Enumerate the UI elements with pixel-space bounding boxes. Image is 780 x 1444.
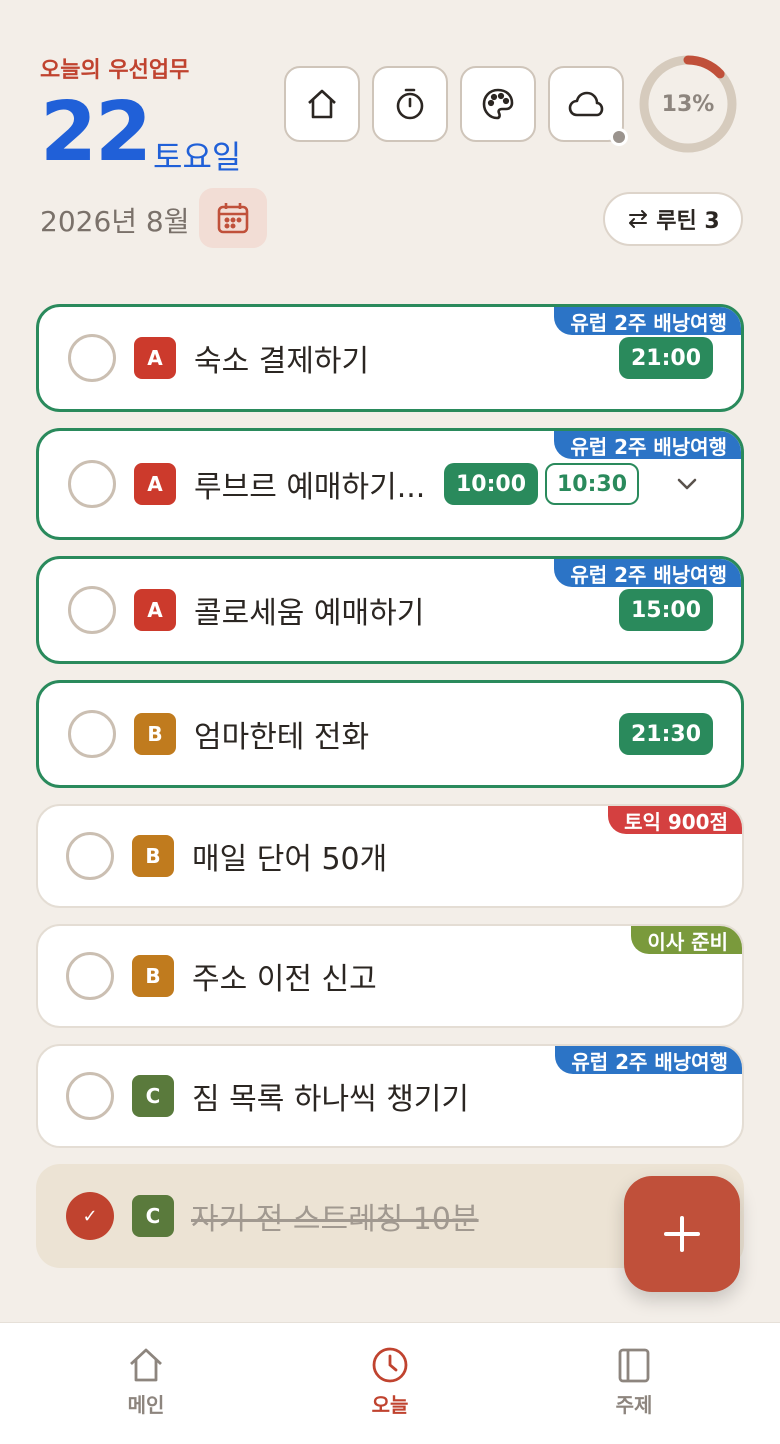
nav-label: 주제: [615, 1393, 653, 1417]
home-icon: [130, 1348, 162, 1382]
timer-button[interactable]: [372, 66, 448, 142]
priority-badge: B: [132, 955, 174, 997]
swap-icon: [629, 210, 648, 228]
weekday-label: 토요일: [153, 138, 242, 176]
routine-label: 루틴 3: [656, 209, 720, 234]
task-tag: 이사 준비: [631, 926, 742, 954]
sync-status-dot: [610, 128, 628, 146]
progress-percent: 13%: [661, 91, 715, 117]
palette-icon: [482, 88, 514, 120]
task-title: 엄마한테 전화: [194, 720, 370, 755]
task-card[interactable]: 이사 준비 B 주소 이전 신고: [36, 924, 744, 1028]
nav-label: 메인: [127, 1393, 165, 1417]
page-title: 오늘의 우선업무: [40, 58, 190, 83]
cloud-icon: [568, 91, 604, 117]
nav-label: 오늘: [371, 1393, 409, 1417]
clock-icon: [372, 1347, 408, 1383]
task-checkbox[interactable]: [66, 832, 114, 880]
task-title: 짐 목록 하나씩 챙기기: [192, 1082, 470, 1117]
task-title: 주소 이전 신고: [192, 962, 377, 997]
task-tag: 유럽 2주 배낭여행: [554, 307, 741, 335]
plus-icon: [664, 1216, 700, 1252]
task-checkbox[interactable]: [68, 586, 116, 634]
task-title: 숙소 결제하기: [194, 344, 370, 379]
task-title: 매일 단어 50개: [192, 842, 388, 877]
timer-icon: [396, 88, 424, 120]
task-card[interactable]: 유럽 2주 배낭여행 A 콜로세움 예매하기 15:00: [36, 556, 744, 664]
home-button[interactable]: [284, 66, 360, 142]
add-task-button[interactable]: [624, 1176, 740, 1292]
task-title: 루브르 예매하기...: [194, 470, 426, 505]
book-icon: [618, 1348, 650, 1383]
task-card[interactable]: 유럽 2주 배낭여행 C 짐 목록 하나씩 챙기기: [36, 1044, 744, 1148]
task-time[interactable]: 21:30: [619, 713, 713, 755]
task-title: 자기 전 스트레칭 10분: [191, 1202, 479, 1237]
task-tag: 유럽 2주 배낭여행: [554, 431, 741, 459]
task-time-end[interactable]: 10:30: [545, 463, 639, 505]
priority-badge: C: [132, 1075, 174, 1117]
task-checkbox[interactable]: [66, 952, 114, 1000]
priority-badge: B: [134, 713, 176, 755]
home-icon: [308, 89, 336, 119]
task-card[interactable]: 토익 900점 B 매일 단어 50개: [36, 804, 744, 908]
progress-ring: 13%: [638, 54, 738, 154]
bottom-nav: 메인 오늘 주제: [0, 1322, 780, 1444]
task-card[interactable]: 유럽 2주 배낭여행 A 루브르 예매하기... 10:00 10:30: [36, 428, 744, 540]
palette-button[interactable]: [460, 66, 536, 142]
calendar-button[interactable]: [199, 188, 267, 248]
cloud-sync-button[interactable]: [548, 66, 628, 146]
chevron-down-icon[interactable]: [675, 476, 699, 492]
task-checkbox[interactable]: [68, 334, 116, 382]
task-card[interactable]: B 엄마한테 전화 21:30: [36, 680, 744, 788]
task-card[interactable]: 유럽 2주 배낭여행 A 숙소 결제하기 21:00: [36, 304, 744, 412]
task-checkbox[interactable]: [66, 1072, 114, 1120]
task-tag: 유럽 2주 배낭여행: [554, 559, 741, 587]
task-checkbox-checked[interactable]: ✓: [66, 1192, 114, 1240]
task-time[interactable]: 21:00: [619, 337, 713, 379]
priority-badge: C: [132, 1195, 174, 1237]
task-checkbox[interactable]: [68, 460, 116, 508]
task-time[interactable]: 10:00: [444, 463, 538, 505]
priority-badge: A: [134, 463, 176, 505]
task-tag: 유럽 2주 배낭여행: [555, 1046, 742, 1074]
nav-today[interactable]: 오늘: [330, 1345, 450, 1418]
nav-topics[interactable]: 주제: [574, 1345, 694, 1418]
priority-badge: B: [132, 835, 174, 877]
priority-badge: A: [134, 337, 176, 379]
task-checkbox[interactable]: [68, 710, 116, 758]
task-tag: 토익 900점: [608, 806, 742, 834]
task-title: 콜로세움 예매하기: [194, 596, 425, 631]
priority-badge: A: [134, 589, 176, 631]
day-number: 22: [40, 85, 152, 180]
calendar-icon: [217, 203, 249, 234]
nav-main[interactable]: 메인: [86, 1345, 206, 1418]
month-label: 2026년 8월: [40, 205, 190, 238]
task-time[interactable]: 15:00: [619, 589, 713, 631]
routine-button[interactable]: 루틴 3: [603, 192, 743, 246]
